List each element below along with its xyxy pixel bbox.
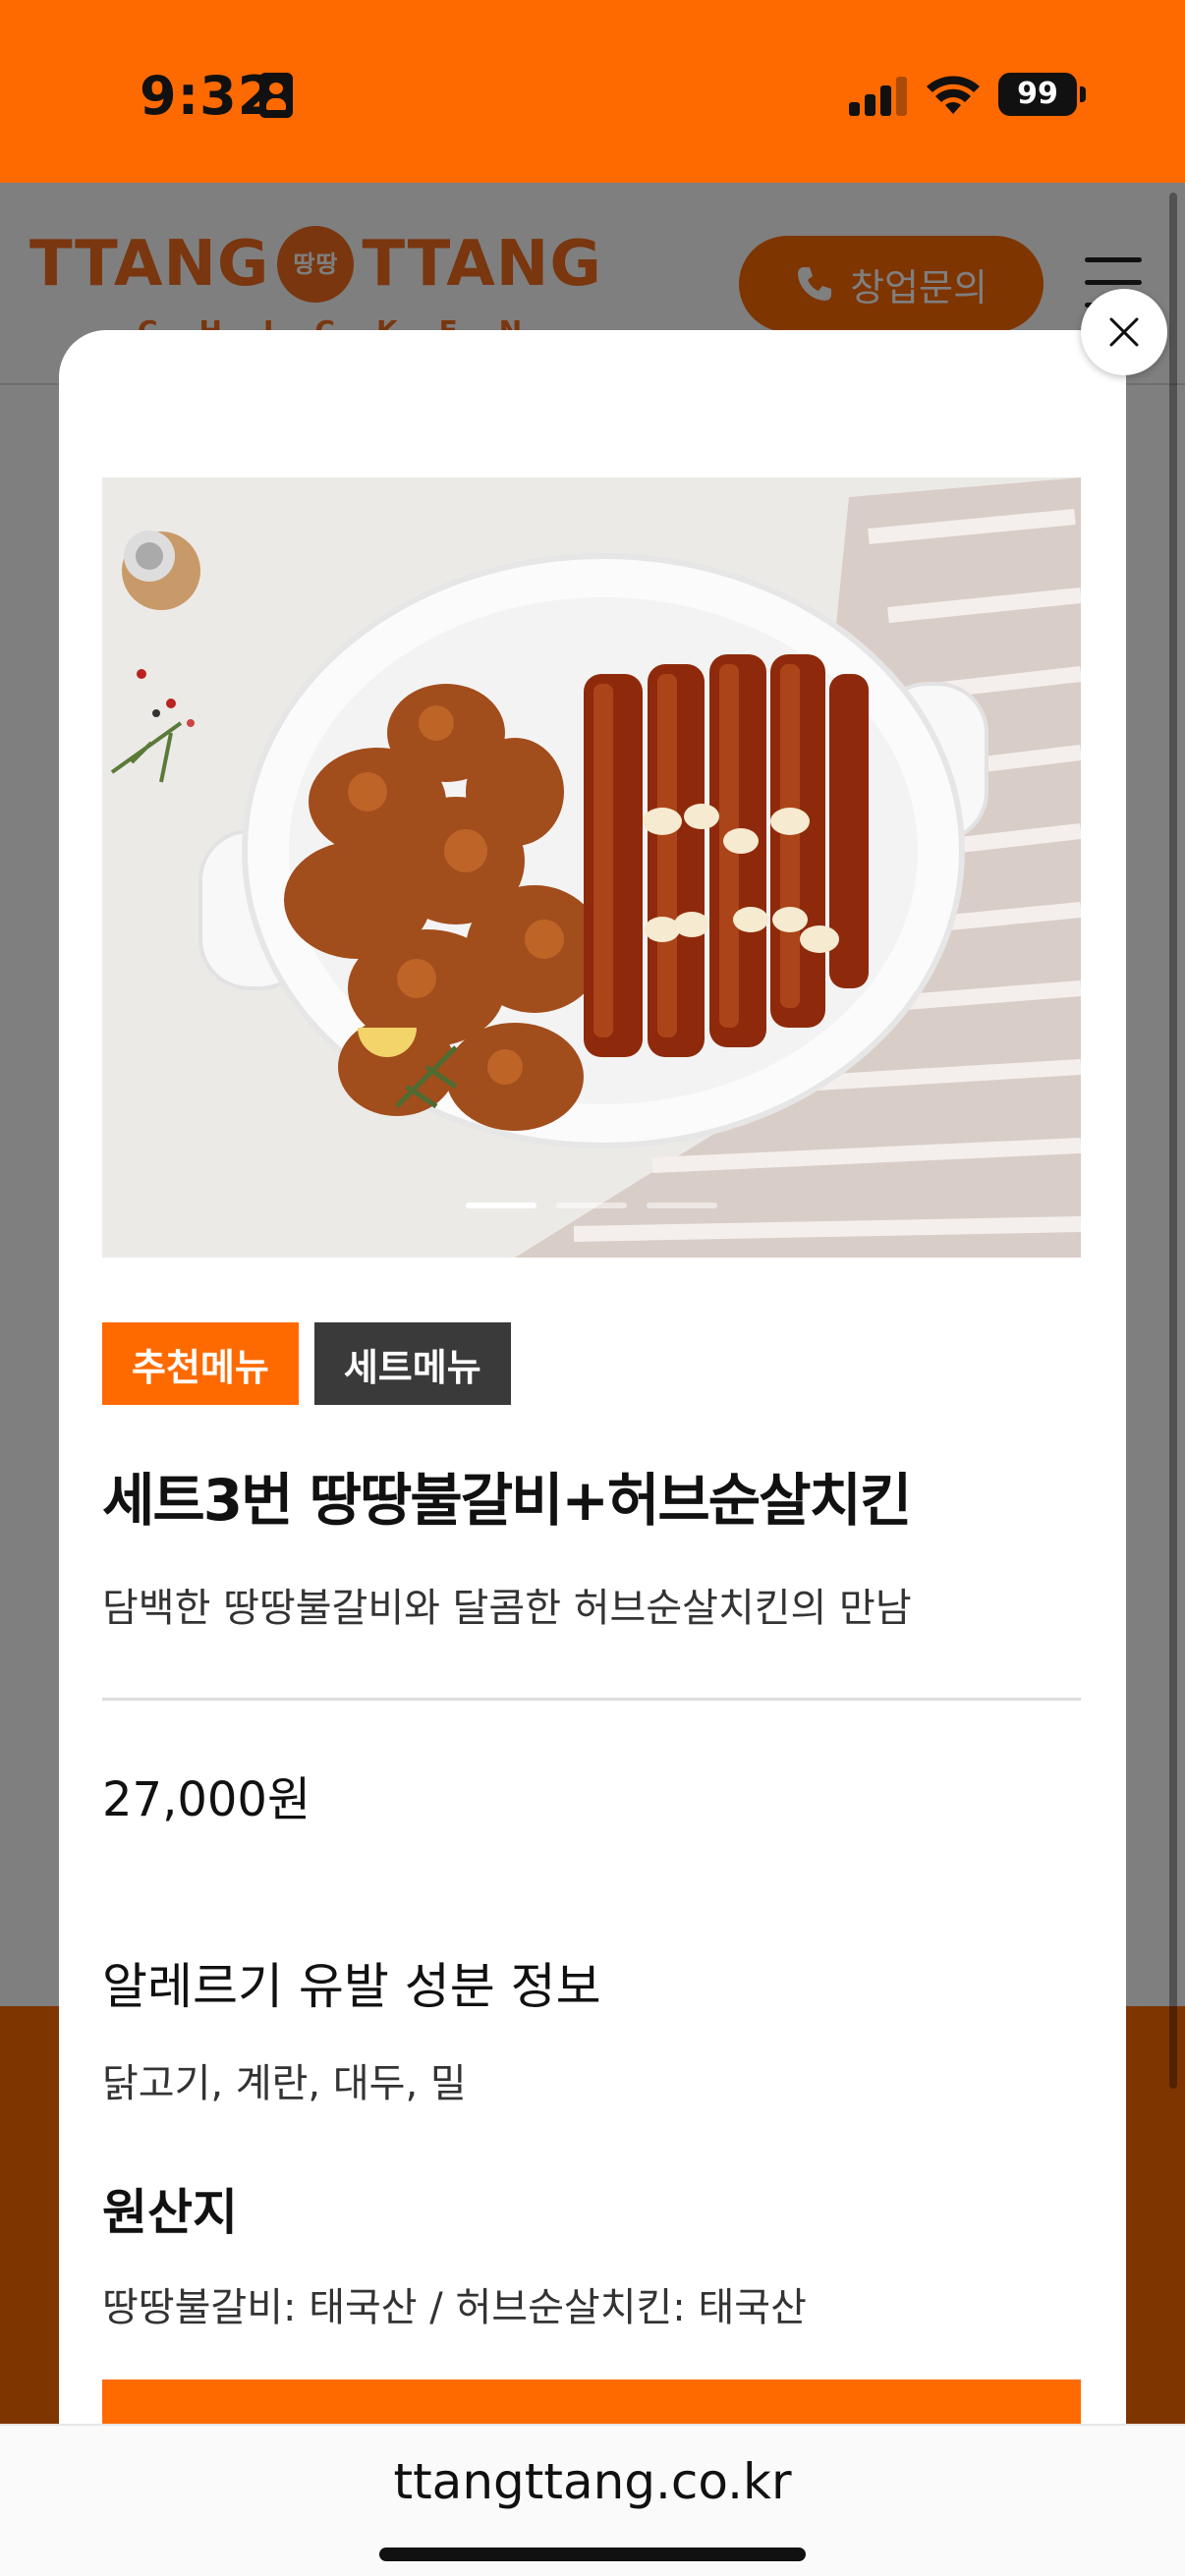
origin-text: 땅땅불갈비: 태국산 / 허브순살치킨: 태국산 <box>102 2285 807 2330</box>
browser-toolbar: ttangttang.co.kr <box>0 2424 1185 2576</box>
menu-title: 세트3번 땅땅불갈비+허브순살치킨 <box>102 1467 912 1534</box>
carousel-dot[interactable] <box>556 1203 627 1208</box>
menu-photo <box>102 477 1081 1258</box>
battery-icon: 99 <box>998 73 1086 116</box>
wifi-icon <box>927 76 980 114</box>
carousel-dot[interactable] <box>647 1203 717 1208</box>
home-indicator[interactable] <box>379 2548 806 2561</box>
cellular-signal-icon <box>849 77 908 116</box>
status-bar: 9:32 99 <box>0 0 1185 183</box>
divider <box>102 1698 1081 1701</box>
contact-card-icon <box>259 73 293 118</box>
url-bar[interactable]: ttangttang.co.kr <box>0 2453 1185 2510</box>
close-icon <box>1109 317 1139 347</box>
menu-description: 담백한 땅땅불갈비와 달콤한 허브순살치킨의 만남 <box>102 1586 912 1631</box>
scrollbar[interactable] <box>1169 193 1177 2089</box>
menu-price: 27,000원 <box>102 1772 311 1827</box>
close-button[interactable] <box>1081 289 1167 375</box>
origin-heading: 원산지 <box>102 2184 238 2241</box>
menu-photo-image <box>102 477 1081 1258</box>
menu-detail-modal: 추천메뉴 세트메뉴 세트3번 땅땅불갈비+허브순살치킨 담백한 땅땅불갈비와 달… <box>59 330 1126 2424</box>
allergy-heading: 알레르기 유발 성분 정보 <box>102 1958 601 2015</box>
order-button[interactable] <box>102 2380 1081 2424</box>
tag-set-menu: 세트메뉴 <box>313 1322 511 1405</box>
menu-tags: 추천메뉴 세트메뉴 <box>102 1322 511 1405</box>
tag-recommended: 추천메뉴 <box>102 1322 299 1405</box>
status-time: 9:32 <box>140 65 276 127</box>
carousel-indicator <box>466 1203 717 1208</box>
allergy-text: 닭고기, 계란, 대두, 밀 <box>102 2061 467 2106</box>
carousel-dot[interactable] <box>466 1203 536 1208</box>
